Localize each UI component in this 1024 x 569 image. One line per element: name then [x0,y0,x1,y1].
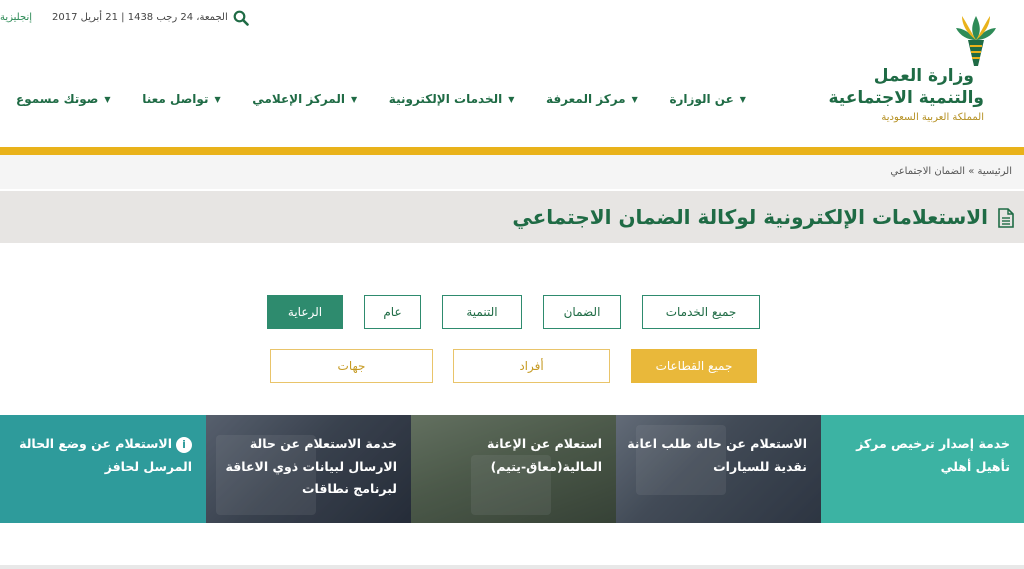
main-navigation: عن الوزارة ▼ مركز المعرفة ▼ الخدمات الإل… [16,88,746,110]
filter-label: جميع الخدمات [665,305,737,319]
filter-label: جميع القطاعات [655,359,733,373]
nav-item-label: الخدمات الإلكترونية [388,92,503,106]
filter-general-button[interactable]: عام [364,295,421,329]
filter-all-sectors-button[interactable]: جميع القطاعات [631,349,757,383]
service-tile-title: iالاستعلام عن وضع الحالة المرسل لحافز [10,433,192,478]
service-tiles: خدمة إصدار ترخيص مركز تأهيل أهلي الاستعل… [0,415,1024,523]
page-title: الاستعلامات الإلكترونية لوكالة الضمان ال… [512,205,988,229]
service-tile-title: استعلام عن الإعانة المالية(معاق-يتيم) [487,436,602,474]
breadcrumb-current: الضمان الاجتماعي [890,166,966,177]
nav-item-contact-us[interactable]: تواصل معنا ▼ [142,88,220,110]
service-tile-financial-aid-inquiry[interactable]: استعلام عن الإعانة المالية(معاق-يتيم) [411,415,616,523]
filter-development-button[interactable]: التنمية [442,295,522,329]
nav-item-label: تواصل معنا [142,92,209,106]
filter-social-security-button[interactable]: الضمان [543,295,621,329]
breadcrumb-home-link[interactable]: الرئيسية [978,166,1012,177]
nav-item-label: صوتك مسموع [16,92,99,106]
logo-subtitle: المملكة العربية السعودية [881,112,984,123]
filter-individuals-button[interactable]: أفراد [453,349,610,383]
nav-item-label: عن الوزارة [669,92,734,106]
caret-down-icon: ▼ [631,94,638,104]
filter-label: أفراد [519,359,544,373]
page-bottom-divider [0,565,1024,569]
filter-label: الرعاية [287,305,323,319]
nav-item-media-center[interactable]: المركز الإعلامي ▼ [252,88,357,110]
breadcrumb-separator: » [968,166,975,177]
logo-title-line2: والتنمية الاجتماعية [828,88,984,108]
nav-item-e-services[interactable]: الخدمات الإلكترونية ▼ [389,88,515,110]
filter-label: التنمية [466,305,498,319]
service-tile-title-text: الاستعلام عن وضع الحالة المرسل لحافز [19,436,192,474]
search-icon[interactable] [233,10,249,26]
service-tile-hafiz-status[interactable]: iالاستعلام عن وضع الحالة المرسل لحافز [0,415,206,523]
filter-label: عام [383,305,402,319]
filter-entities-button[interactable]: جهات [270,349,433,383]
nav-item-about[interactable]: عن الوزارة ▼ [669,88,746,110]
caret-down-icon: ▼ [739,94,746,104]
filter-welfare-button[interactable]: الرعاية [267,295,343,329]
page-title-bar: الاستعلامات الإلكترونية لوكالة الضمان ال… [0,191,1024,243]
header-divider [0,147,1024,155]
nav-item-label: مركز المعرفة [546,92,626,106]
ministry-logo[interactable]: وزارة العمل والتنمية الاجتماعية المملكة … [828,10,1004,130]
service-tile-title: خدمة إصدار ترخيص مركز تأهيل أهلي [856,436,1010,474]
nav-item-knowledge-center[interactable]: مركز المعرفة ▼ [546,88,638,110]
info-icon: i [176,436,192,453]
nav-item-your-voice[interactable]: صوتك مسموع ▼ [16,88,111,110]
palm-logo-icon [956,16,996,66]
caret-down-icon: ▼ [104,94,111,104]
breadcrumb: الرئيسية » الضمان الاجتماعي [890,166,1012,177]
document-icon [998,208,1014,228]
language-switch-link[interactable]: إنجليزية [0,12,32,23]
service-tile-disability-nitaqat-inquiry[interactable]: خدمة الاستعلام عن حالة الارسال لبيانات ذ… [206,415,411,523]
service-tile-title: الاستعلام عن حالة طلب اعانة نقدية للسيار… [627,436,807,474]
filter-label: الضمان [563,305,601,319]
caret-down-icon: ▼ [350,94,358,104]
service-tile-car-aid-inquiry[interactable]: الاستعلام عن حالة طلب اعانة نقدية للسيار… [616,415,821,523]
breadcrumb-bar: الرئيسية » الضمان الاجتماعي [0,155,1024,189]
caret-down-icon: ▼ [508,94,515,104]
caret-down-icon: ▼ [214,94,221,104]
service-tile-rehab-license[interactable]: خدمة إصدار ترخيص مركز تأهيل أهلي [821,415,1024,523]
logo-title-line1: وزارة العمل [873,66,974,86]
filter-all-services-button[interactable]: جميع الخدمات [642,295,760,329]
service-tile-title: خدمة الاستعلام عن حالة الارسال لبيانات ذ… [225,436,397,496]
filter-label: جهات [337,359,366,373]
current-date: الجمعة، 24 رجب 1438 | 21 أبريل 2017 [52,12,228,23]
nav-item-label: المركز الإعلامي [252,92,345,106]
